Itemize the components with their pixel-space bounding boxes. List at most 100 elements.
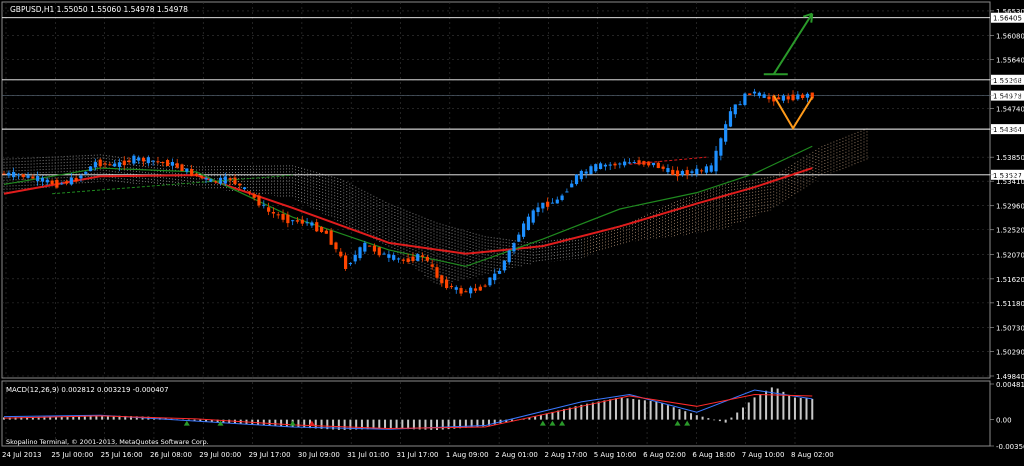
- y-tick-label: 1.54740: [996, 106, 1024, 114]
- candle-body: [762, 94, 766, 98]
- macd-hist-bar: [280, 419, 283, 427]
- candle-body: [420, 255, 425, 257]
- candle-body: [526, 216, 531, 230]
- x-tick-label: 6 Aug 18:00: [692, 451, 735, 459]
- candle-body: [175, 163, 179, 168]
- candle-body: [724, 124, 728, 142]
- candle-body: [469, 287, 473, 294]
- x-tick-label: 5 Aug 10:00: [594, 451, 637, 459]
- macd-tick-label: 0.00: [996, 417, 1012, 425]
- macd-hist-bar: [609, 399, 612, 420]
- candle-body: [132, 155, 136, 164]
- price-panel-frame: [1, 1, 991, 379]
- candle-body: [334, 242, 338, 250]
- candle-body: [137, 157, 141, 161]
- candle-body: [411, 256, 415, 262]
- macd-hist-bar: [574, 406, 577, 420]
- macd-hist-bar: [701, 416, 704, 420]
- candle-body: [319, 226, 324, 232]
- candle-body: [363, 242, 367, 252]
- drawings[interactable]: [52, 12, 814, 195]
- candle-body: [791, 94, 795, 101]
- candle-body: [574, 174, 579, 185]
- level-label: 1.56405: [993, 15, 1022, 23]
- macd-hist-bar: [741, 407, 744, 420]
- macd-hist-bar: [620, 397, 623, 420]
- candle-body: [146, 157, 150, 164]
- candle-body: [675, 170, 680, 177]
- candle-body: [709, 165, 713, 172]
- candle-body: [714, 150, 718, 172]
- macd-hist-bar: [638, 399, 641, 420]
- macd-hist-bar: [297, 419, 300, 428]
- candle-body: [752, 91, 757, 94]
- y-tick-label: 1.54364: [996, 126, 1024, 134]
- candle-body: [685, 170, 689, 175]
- candle-body: [445, 279, 449, 289]
- candle-body: [199, 175, 203, 178]
- macd-hist-bar: [788, 395, 791, 420]
- candle-body: [743, 93, 747, 105]
- x-tick-label: 29 Jul 00:00: [199, 451, 241, 459]
- candle-body: [84, 171, 88, 174]
- candle-body: [733, 104, 737, 115]
- candle-body: [247, 191, 251, 193]
- macd-hist-bar: [262, 419, 265, 426]
- macd-hist-bar: [684, 411, 687, 420]
- level-lines[interactable]: 1.564051.552681.543641.535271.54978: [2, 12, 1024, 180]
- candle-body: [122, 160, 126, 166]
- candle-body: [579, 170, 583, 180]
- x-tick-label: 25 Jul 16:00: [101, 451, 143, 459]
- macd-hist-bar: [274, 419, 277, 426]
- macd-hist-bar: [718, 419, 721, 422]
- candle-body: [507, 250, 511, 263]
- trend-line[interactable]: [629, 156, 707, 165]
- candle-body: [656, 162, 660, 169]
- macd-hist-bar: [591, 402, 594, 420]
- x-tick-label: 30 Jul 09:00: [298, 451, 340, 459]
- x-tick-label: 26 Jul 08:00: [150, 451, 192, 459]
- macd-hist-bar: [407, 419, 410, 430]
- macd-hist-bar: [736, 412, 739, 420]
- candle-body: [387, 254, 391, 258]
- candle-body: [300, 219, 304, 224]
- candle-body: [776, 97, 781, 100]
- macd-hist-bar: [811, 398, 814, 420]
- gbpusd-chart[interactable]: 1.564051.552681.543641.535271.54978 0.00…: [0, 0, 1024, 462]
- macd-hist-bar: [753, 397, 756, 420]
- candle-body: [430, 264, 434, 267]
- candle-body: [238, 183, 242, 186]
- candle-body: [406, 258, 410, 263]
- y-tick-label: 1.49840: [996, 373, 1024, 381]
- macd-hist-bar: [580, 404, 583, 420]
- candle-body: [565, 191, 569, 193]
- candle-body: [805, 93, 810, 98]
- price-axis: 1.56530 1.56080 1.55640 1.55268 1.54978 1.547…: [990, 8, 1024, 381]
- candle-body: [671, 169, 675, 175]
- candle-body: [555, 199, 559, 204]
- candle-body: [271, 212, 276, 214]
- candle-body: [69, 177, 73, 185]
- macd-hist-bar: [568, 407, 571, 420]
- x-tick-label: 25 Jul 00:00: [51, 451, 93, 459]
- candle-body: [425, 256, 429, 261]
- y-tick-label: 1.56530: [996, 8, 1024, 16]
- candle-body: [560, 195, 564, 200]
- forecast-arrow-icon[interactable]: [772, 13, 814, 75]
- candle-body: [329, 230, 333, 245]
- x-tick-label: 31 Jul 17:00: [397, 451, 439, 459]
- candle-body: [64, 181, 69, 184]
- candle-body: [690, 171, 694, 173]
- candle-body: [60, 183, 64, 185]
- candle-body: [98, 159, 102, 167]
- candle-body: [339, 251, 343, 257]
- y-tick-label: 1.53850: [996, 154, 1024, 162]
- macd-hist-bar: [730, 417, 733, 420]
- candle-body: [396, 258, 401, 260]
- candle-body: [666, 168, 670, 173]
- candle-body: [324, 230, 328, 234]
- candle-body: [483, 285, 487, 287]
- candle-body: [738, 104, 742, 106]
- candle-body: [117, 162, 122, 167]
- candle-body: [377, 247, 381, 256]
